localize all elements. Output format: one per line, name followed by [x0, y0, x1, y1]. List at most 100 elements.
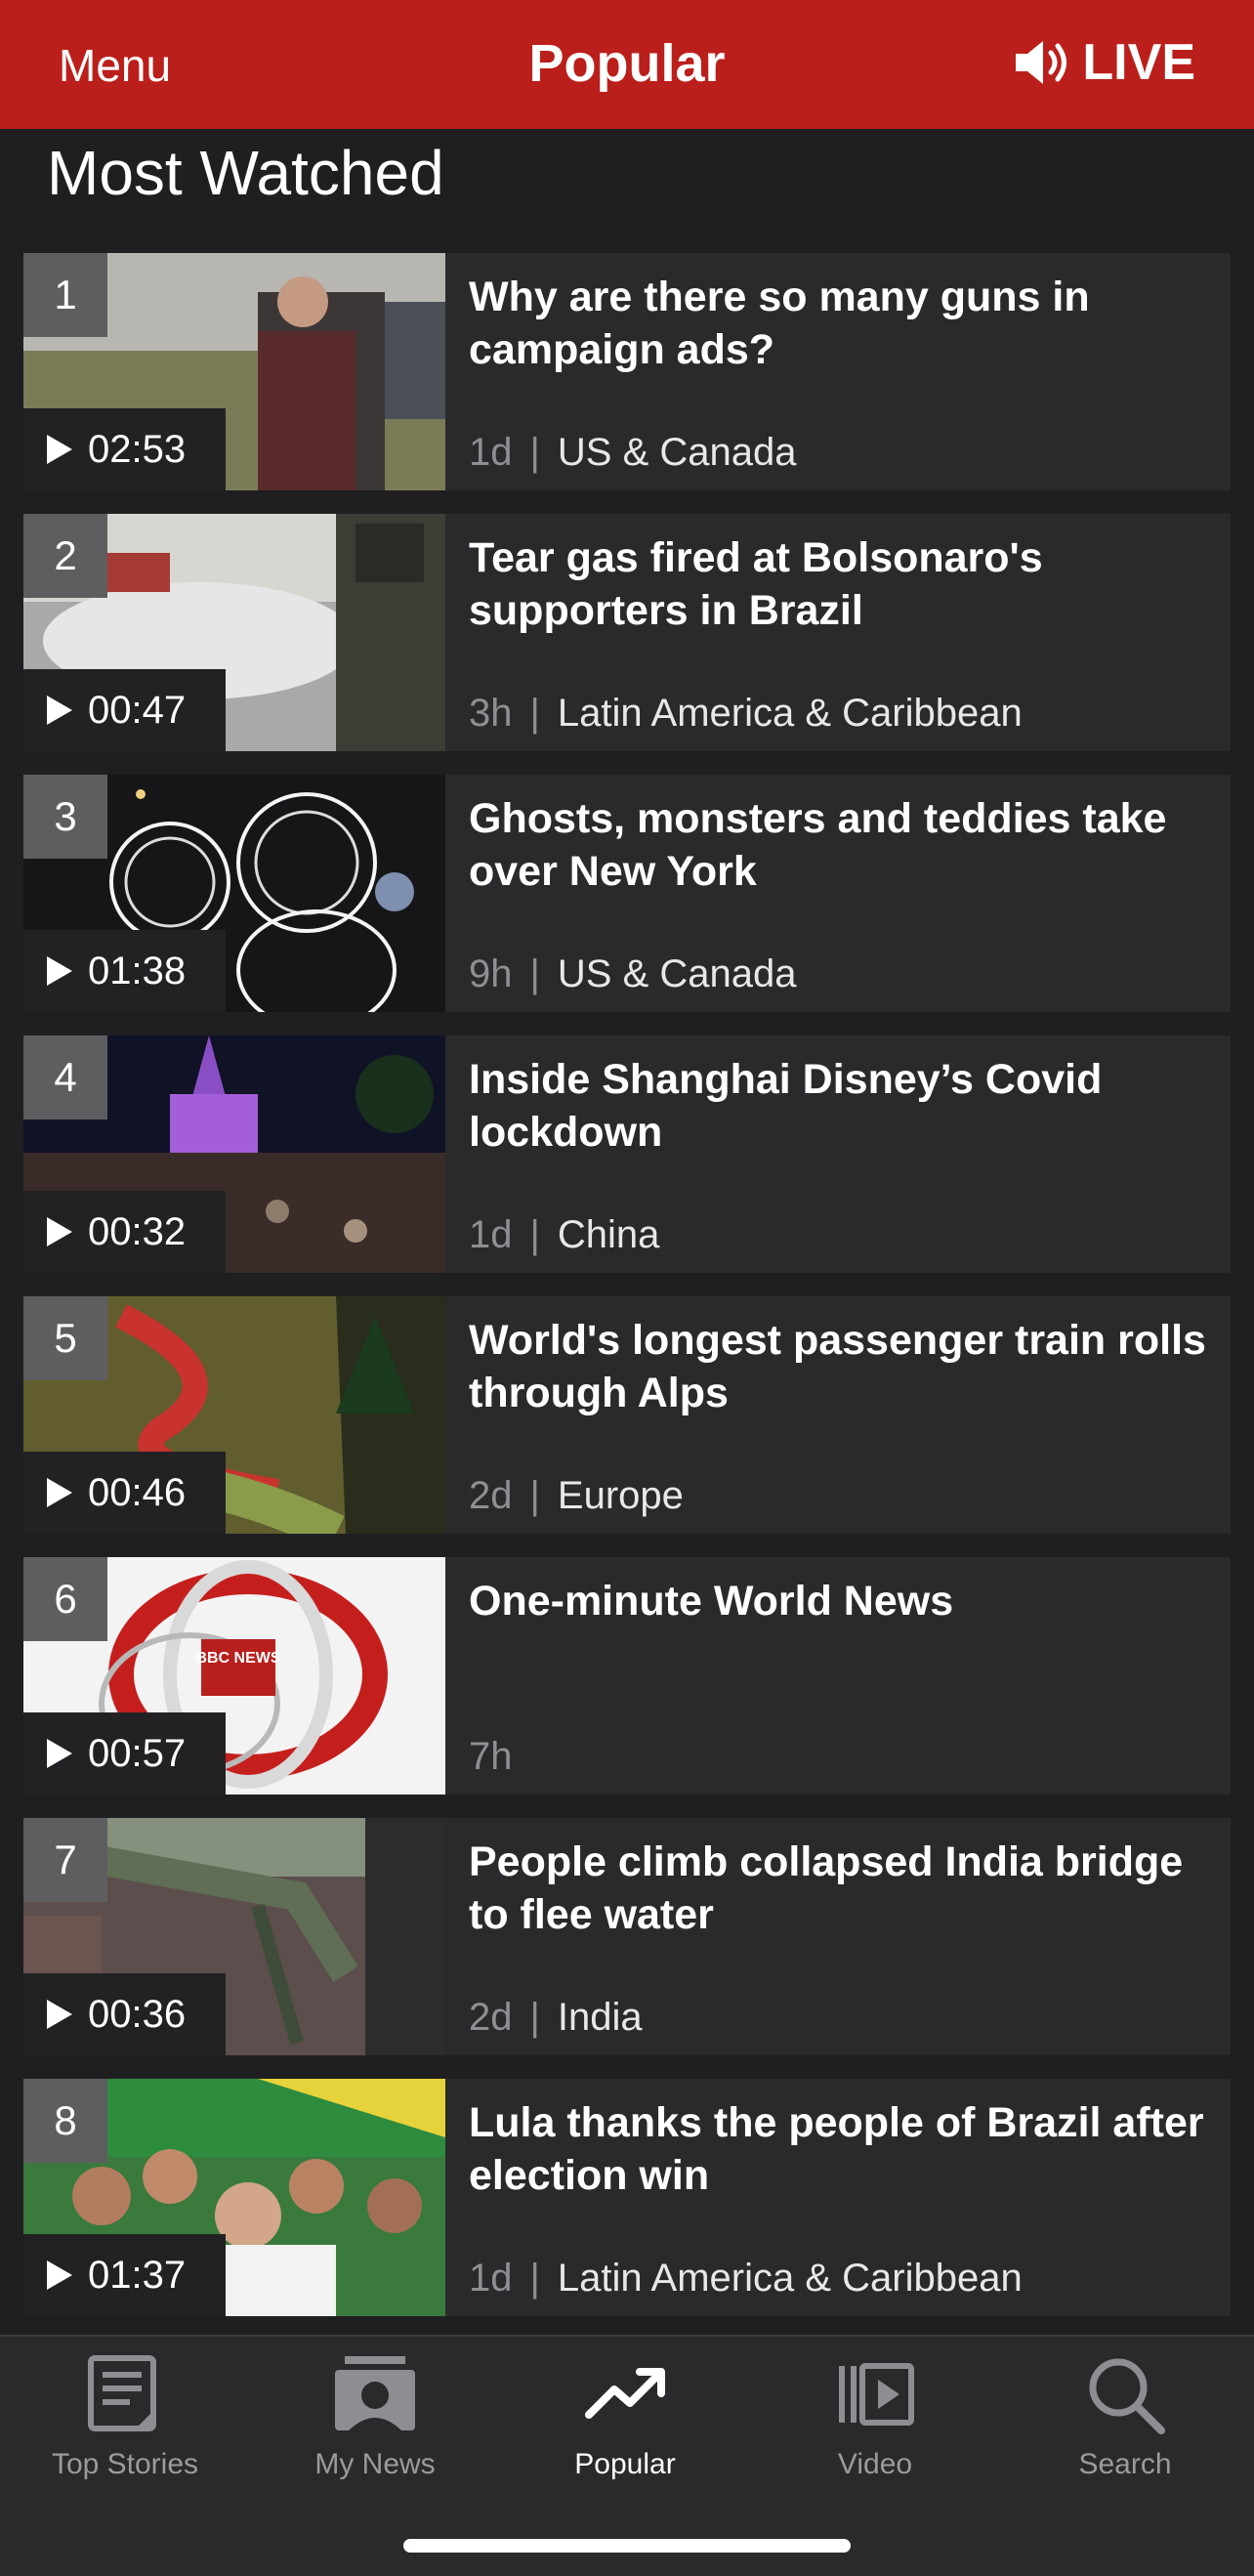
video-thumbnail[interactable]: 2 00:47 — [23, 514, 445, 751]
item-meta: 9h | US & Canada — [469, 952, 796, 996]
duration-text: 00:32 — [88, 1209, 187, 1253]
speaker-icon — [1016, 41, 1067, 84]
top-bar: Menu Popular LIVE — [0, 0, 1254, 129]
duration-badge: 00:46 — [23, 1452, 226, 1534]
time-ago: 1d — [469, 2257, 513, 2300]
live-button[interactable]: LIVE — [1014, 33, 1195, 92]
newspaper-icon — [88, 2355, 156, 2431]
tab-label: Popular — [574, 2448, 676, 2480]
category-link[interactable]: US & Canada — [558, 952, 797, 996]
headline[interactable]: Ghosts, monsters and teddies take over N… — [469, 792, 1221, 898]
tab-video[interactable]: Video — [750, 2350, 1000, 2481]
duration-text: 00:46 — [88, 1470, 187, 1514]
rank-badge: 2 — [23, 514, 107, 598]
search-icon — [1089, 2358, 1165, 2434]
item-meta: 2d | Europe — [469, 1474, 684, 1518]
rank-badge: 1 — [23, 253, 107, 337]
category-link[interactable]: US & Canada — [558, 431, 797, 475]
time-ago: 1d — [469, 431, 513, 474]
meta-separator: | — [529, 952, 540, 995]
tab-top-stories[interactable]: Top Stories — [0, 2350, 250, 2481]
video-thumbnail[interactable]: 3 01:38 — [23, 775, 445, 1012]
duration-badge: 01:37 — [23, 2234, 226, 2316]
item-meta: 7h — [469, 1735, 513, 1779]
rank-badge: 8 — [23, 2079, 107, 2163]
play-icon — [47, 1478, 72, 1507]
play-icon — [47, 956, 72, 986]
person-news-icon — [335, 2356, 415, 2430]
video-thumbnail[interactable]: 8 01:37 — [23, 2079, 445, 2316]
video-thumbnail[interactable]: 1 02:53 — [23, 253, 445, 490]
item-meta: 1d | China — [469, 1213, 659, 1257]
play-icon — [47, 435, 72, 464]
duration-badge: 01:38 — [23, 930, 226, 1012]
video-item[interactable]: 4 00:32 Inside Shanghai Disney’s Covid l… — [23, 1035, 1231, 1273]
headline[interactable]: World's longest passenger train rolls th… — [469, 1314, 1221, 1419]
play-icon — [47, 2260, 72, 2290]
item-meta: 2d | India — [469, 1996, 643, 2040]
category-link[interactable]: Europe — [558, 1474, 684, 1518]
headline[interactable]: People climb collapsed India bridge to f… — [469, 1836, 1221, 1941]
item-meta: 1d | US & Canada — [469, 431, 796, 475]
duration-text: 01:38 — [88, 949, 187, 992]
duration-badge: 02:53 — [23, 408, 226, 490]
play-icon — [47, 1739, 72, 1768]
video-thumbnail[interactable]: 7 00:36 — [23, 1818, 445, 2055]
duration-text: 01:37 — [88, 2253, 187, 2297]
headline[interactable]: One-minute World News — [469, 1575, 1221, 1627]
headline[interactable]: Lula thanks the people of Brazil after e… — [469, 2096, 1221, 2202]
video-thumbnail[interactable]: 5 00:46 — [23, 1296, 445, 1534]
tab-label: Top Stories — [51, 2448, 199, 2480]
category-link[interactable]: Latin America & Caribbean — [558, 2257, 1023, 2301]
time-ago: 7h — [469, 1735, 513, 1778]
time-ago: 2d — [469, 1996, 513, 2039]
item-meta: 3h | Latin America & Caribbean — [469, 692, 1023, 736]
item-meta: 1d | Latin America & Caribbean — [469, 2257, 1023, 2301]
thumb-logo-text: BBC NEWS — [195, 1650, 280, 1667]
duration-text: 00:57 — [88, 1731, 187, 1775]
meta-separator: | — [529, 431, 540, 474]
home-indicator[interactable] — [403, 2539, 851, 2553]
video-item[interactable]: 8 01:37 Lula thanks the people of Brazil… — [23, 2079, 1231, 2316]
video-item[interactable]: 2 00:47 Tear gas fired at Bolsonaro's su… — [23, 514, 1231, 751]
rank-badge: 7 — [23, 1818, 107, 1902]
duration-text: 02:53 — [88, 427, 187, 471]
meta-separator: | — [529, 1996, 540, 2039]
video-item[interactable]: 3 01:38 Ghosts, monsters and teddies tak… — [23, 775, 1231, 1012]
headline[interactable]: Why are there so many guns in campaign a… — [469, 271, 1221, 376]
tab-label: My News — [314, 2448, 436, 2480]
video-thumbnail[interactable]: 4 00:32 — [23, 1035, 445, 1273]
section-title: Most Watched — [47, 138, 444, 208]
tab-label: Search — [1078, 2448, 1172, 2480]
video-item[interactable]: BBC NEWS 6 00:57 One-minute World News 7… — [23, 1557, 1231, 1795]
duration-badge: 00:36 — [23, 1973, 226, 2055]
meta-separator: | — [529, 2257, 540, 2300]
video-list: 1 02:53 Why are there so many guns in ca… — [23, 253, 1231, 2340]
rank-badge: 4 — [23, 1035, 107, 1119]
time-ago: 3h — [469, 692, 513, 735]
tab-popular[interactable]: Popular — [500, 2350, 750, 2481]
headline[interactable]: Tear gas fired at Bolsonaro's supporters… — [469, 531, 1221, 637]
duration-badge: 00:57 — [23, 1712, 226, 1795]
tab-label: Video — [837, 2448, 913, 2480]
live-label: LIVE — [1082, 34, 1195, 91]
time-ago: 9h — [469, 952, 513, 995]
video-item[interactable]: 7 00:36 People climb collapsed India bri… — [23, 1818, 1231, 2055]
category-link[interactable]: China — [558, 1213, 660, 1257]
video-thumbnail[interactable]: BBC NEWS 6 00:57 — [23, 1557, 445, 1795]
meta-separator: | — [529, 1213, 540, 1256]
video-item[interactable]: 5 00:46 World's longest passenger train … — [23, 1296, 1231, 1534]
rank-badge: 6 — [23, 1557, 107, 1641]
tab-search[interactable]: Search — [1000, 2350, 1250, 2481]
video-icon — [839, 2363, 914, 2426]
duration-badge: 00:32 — [23, 1191, 226, 1273]
category-link[interactable]: Latin America & Caribbean — [558, 692, 1023, 736]
tab-my-news[interactable]: My News — [250, 2350, 500, 2481]
category-link[interactable]: India — [558, 1996, 643, 2040]
play-icon — [47, 2000, 72, 2029]
video-item[interactable]: 1 02:53 Why are there so many guns in ca… — [23, 253, 1231, 490]
headline[interactable]: Inside Shanghai Disney’s Covid lockdown — [469, 1053, 1221, 1159]
duration-badge: 00:47 — [23, 669, 226, 751]
duration-text: 00:47 — [88, 688, 187, 732]
meta-separator: | — [529, 1474, 540, 1517]
